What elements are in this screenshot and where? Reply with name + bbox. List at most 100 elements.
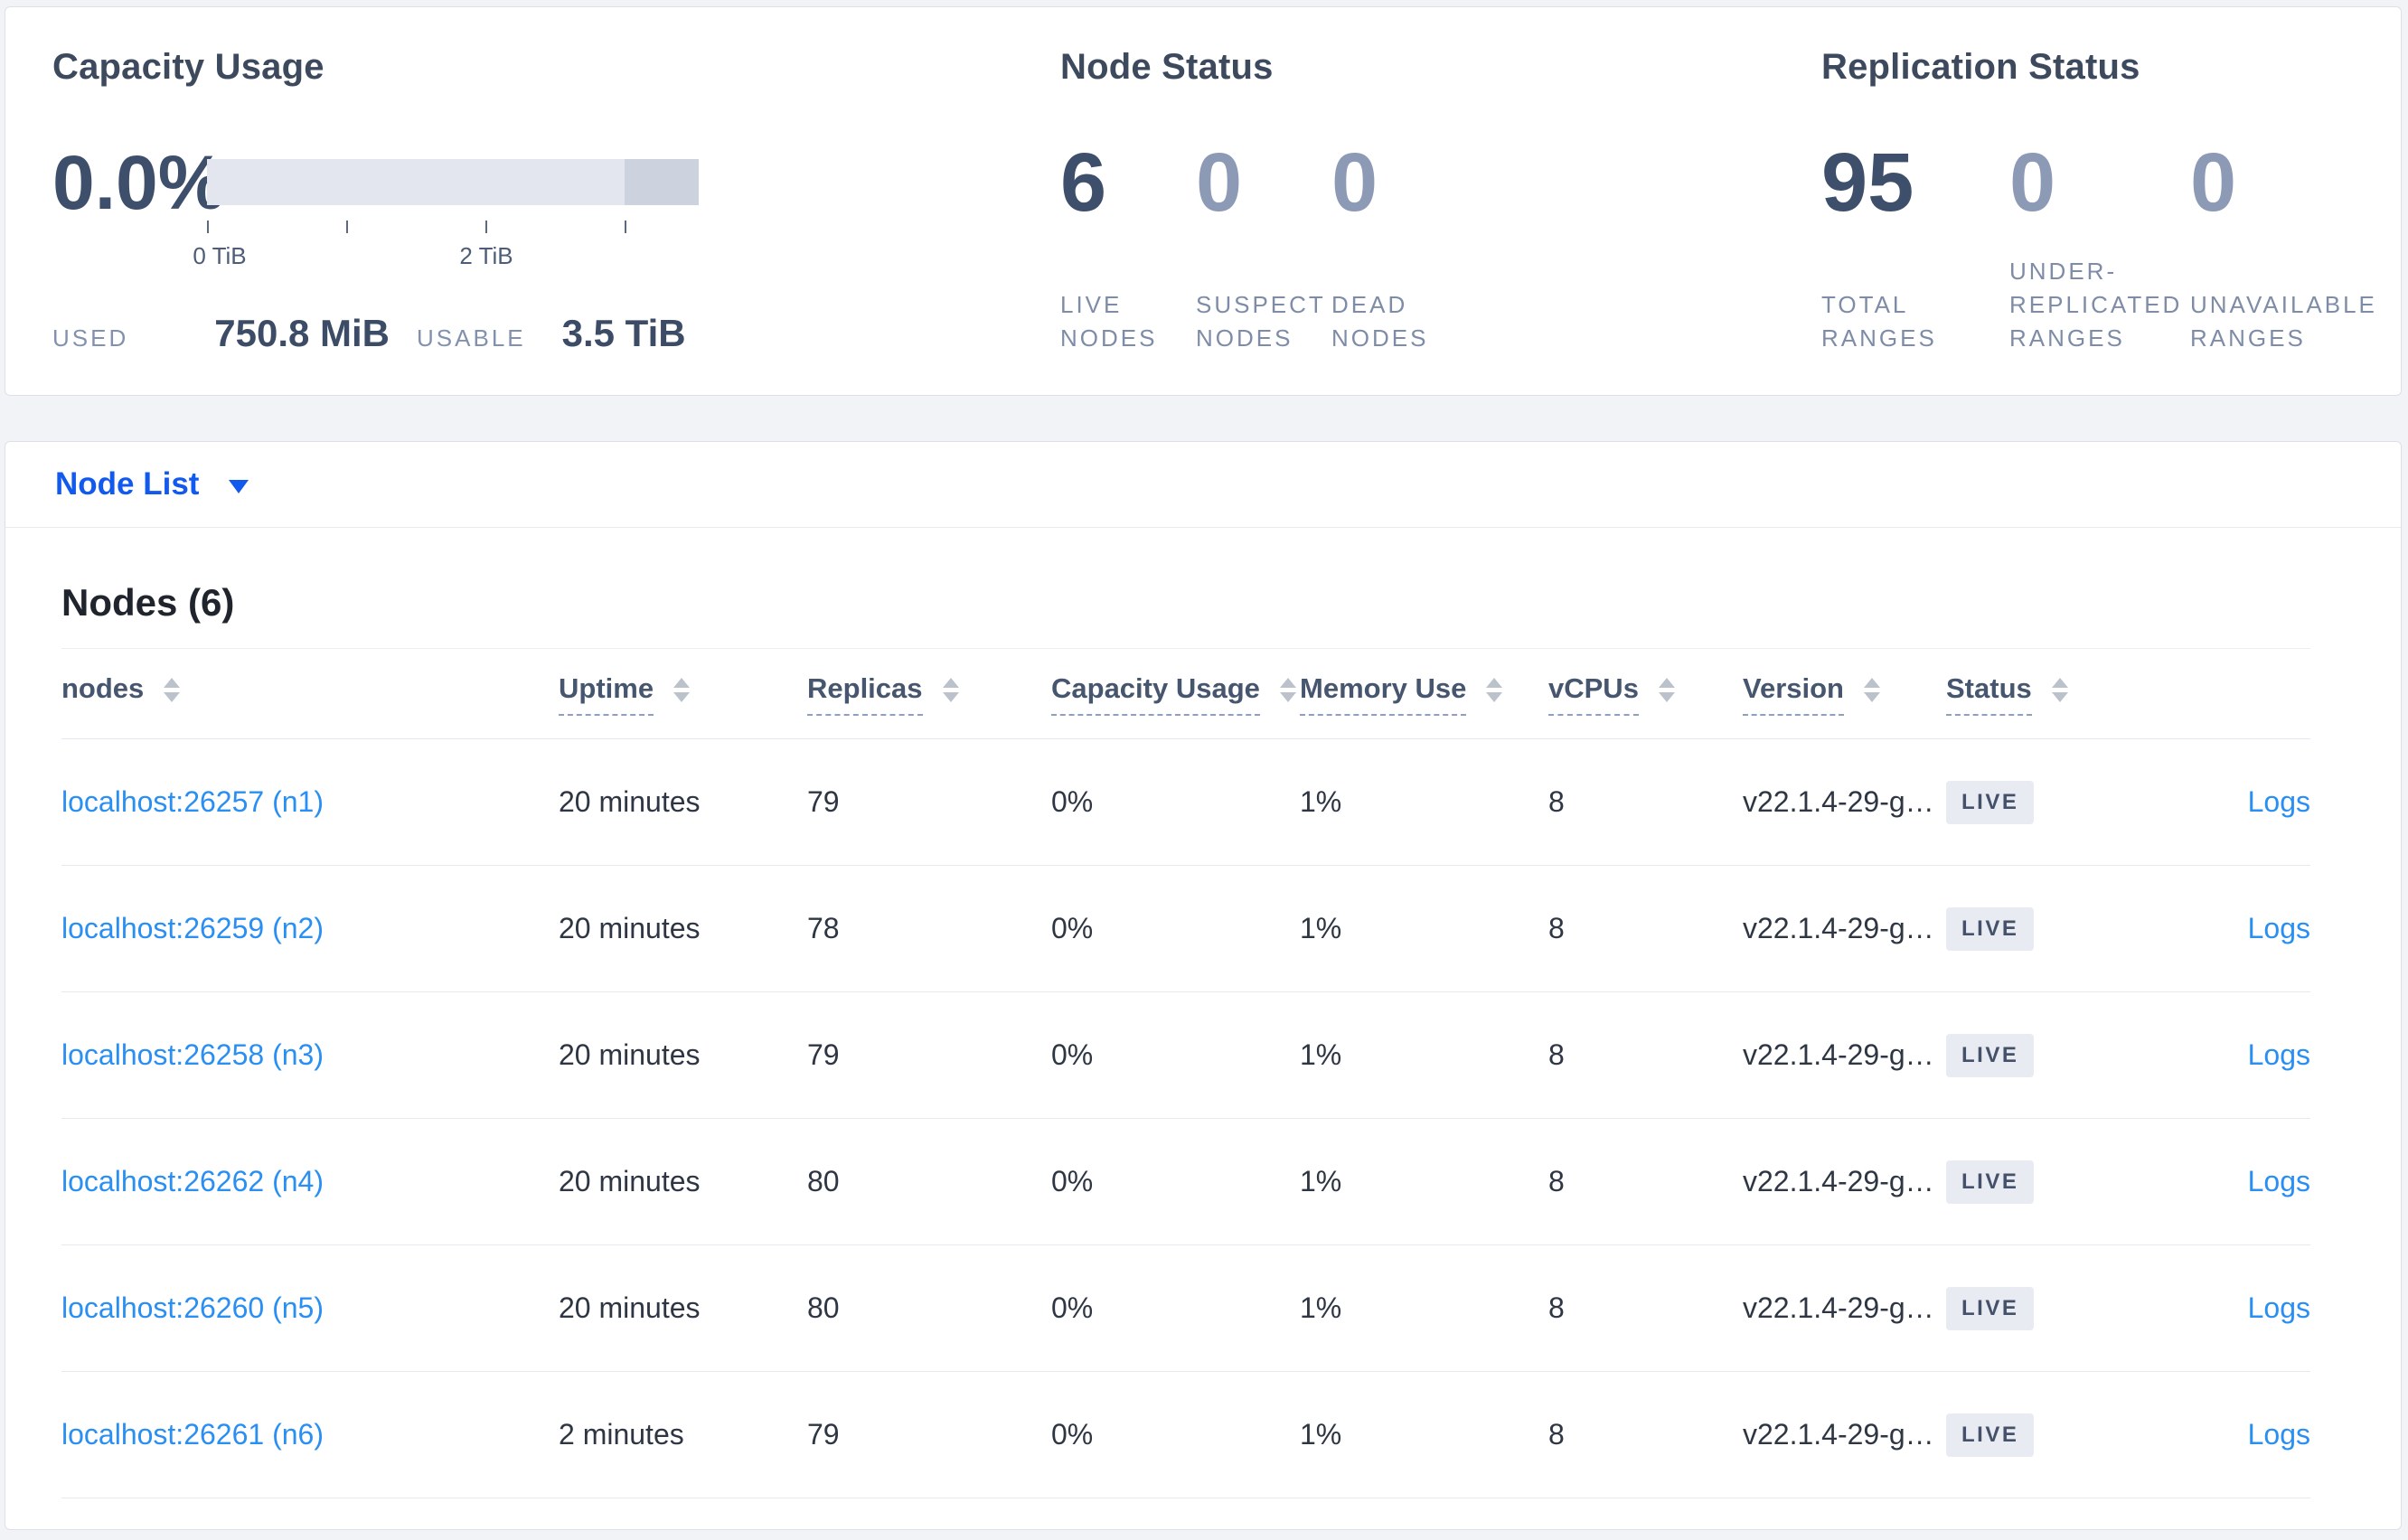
under-replicated-count: 0 (2009, 136, 2056, 229)
replicas-cell: 78 (807, 912, 840, 944)
node-link[interactable]: localhost:26258 (n3) (61, 1038, 324, 1071)
axis-tick-label: 2 TiB (459, 242, 513, 269)
column-header-memory[interactable]: Memory Use (1300, 672, 1548, 716)
capacity-bar: 0 TiB 2 TiB (193, 159, 699, 269)
table-row: localhost:26260 (n5) 20 minutes 80 0% 1%… (61, 1245, 2310, 1372)
nodes-table-header: nodes Uptime Replicas Capacity Usage Mem… (61, 648, 2310, 739)
column-header-version[interactable]: Version (1743, 672, 1946, 716)
table-row: localhost:26262 (n4) 20 minutes 80 0% 1%… (61, 1119, 2310, 1245)
sort-icon (1279, 678, 1296, 702)
replicas-cell: 79 (807, 1418, 840, 1451)
vcpus-cell: 8 (1548, 1418, 1565, 1451)
column-header-replicas[interactable]: Replicas (807, 672, 1051, 716)
memory-cell: 1% (1300, 1418, 1342, 1451)
live-nodes-label: LIVE NODES (1060, 291, 1158, 352)
memory-cell: 1% (1300, 1291, 1342, 1324)
replicas-cell: 79 (807, 785, 840, 818)
uptime-cell: 2 minutes (559, 1418, 684, 1451)
status-badge: LIVE (1946, 1413, 2035, 1457)
replication-status-title: Replication Status (1821, 47, 2140, 87)
memory-cell: 1% (1300, 1038, 1342, 1071)
status-badge: LIVE (1946, 1033, 2035, 1077)
table-row: localhost:26261 (n6) 2 minutes 79 0% 1% … (61, 1372, 2310, 1498)
axis-tick (625, 221, 626, 233)
sort-icon (2051, 678, 2068, 702)
version-cell: v22.1.4-29-g… (1743, 1291, 1934, 1324)
total-ranges-count: 95 (1821, 136, 1914, 229)
dead-nodes-count: 0 (1331, 136, 1378, 229)
sort-icon (673, 678, 691, 702)
memory-cell: 1% (1300, 1165, 1342, 1197)
logs-link[interactable]: Logs (2248, 1418, 2310, 1451)
table-row: localhost:26257 (n1) 20 minutes 79 0% 1%… (61, 739, 2310, 866)
node-list-selector-label: Node List (55, 466, 200, 502)
logs-link[interactable]: Logs (2248, 785, 2310, 818)
uptime-cell: 20 minutes (559, 912, 701, 944)
live-nodes-count: 6 (1060, 136, 1107, 229)
suspect-nodes-count: 0 (1196, 136, 1243, 229)
unavailable-ranges-label: UNAVAILABLE RANGES (2190, 291, 2377, 352)
replicas-cell: 79 (807, 1038, 840, 1071)
uptime-cell: 20 minutes (559, 785, 701, 818)
status-badge: LIVE (1946, 1160, 2035, 1204)
axis-tick (207, 221, 209, 233)
dead-nodes-label: DEAD NODES (1331, 291, 1429, 352)
used-value: 750.8 MiB (214, 312, 390, 354)
version-cell: v22.1.4-29-g… (1743, 912, 1934, 944)
vcpus-cell: 8 (1548, 785, 1565, 818)
column-header-status[interactable]: Status (1946, 672, 2172, 716)
memory-cell: 1% (1300, 785, 1342, 818)
logs-link[interactable]: Logs (2248, 1038, 2310, 1071)
uptime-cell: 20 minutes (559, 1165, 701, 1197)
uptime-cell: 20 minutes (559, 1038, 701, 1071)
sort-icon (1864, 678, 1880, 702)
cluster-summary-panel: Capacity Usage 0.0% 0 TiB 2 TiB USED 750… (5, 6, 2402, 396)
axis-tick (346, 221, 348, 233)
node-status-section: Node Status 6 0 0 LIVE NODES SUSPECT NOD… (1060, 7, 1566, 395)
nodes-table: Nodes (6) nodes Uptime Replicas Capacity… (5, 579, 2401, 1498)
logs-link[interactable]: Logs (2248, 1291, 2310, 1324)
memory-cell: 1% (1300, 912, 1342, 944)
capacity-cell: 0% (1051, 1418, 1094, 1451)
sort-icon (1658, 678, 1675, 702)
status-badge: LIVE (1946, 780, 2035, 824)
column-header-vcpus[interactable]: vCPUs (1548, 672, 1743, 716)
uptime-cell: 20 minutes (559, 1291, 701, 1324)
node-status-title: Node Status (1060, 47, 1274, 87)
column-header-capacity[interactable]: Capacity Usage (1051, 672, 1300, 716)
cluster-overview-page: { "colors": { "accent_blue": "#1259ee", … (0, 0, 2408, 1540)
node-link[interactable]: localhost:26262 (n4) (61, 1165, 324, 1197)
vcpus-cell: 8 (1548, 912, 1565, 944)
node-link[interactable]: localhost:26261 (n6) (61, 1418, 324, 1451)
logs-link[interactable]: Logs (2248, 1165, 2310, 1197)
vcpus-cell: 8 (1548, 1291, 1565, 1324)
table-row: localhost:26258 (n3) 20 minutes 79 0% 1%… (61, 992, 2310, 1119)
vcpus-cell: 8 (1548, 1165, 1565, 1197)
axis-tick (485, 221, 487, 233)
node-link[interactable]: localhost:26259 (n2) (61, 912, 324, 944)
axis-tick-label: 0 TiB (193, 242, 247, 269)
chevron-down-icon (229, 479, 249, 493)
capacity-cell: 0% (1051, 1165, 1094, 1197)
unavailable-count: 0 (2190, 136, 2237, 229)
logs-link[interactable]: Logs (2248, 912, 2310, 944)
capacity-cell: 0% (1051, 1038, 1094, 1071)
version-cell: v22.1.4-29-g… (1743, 1038, 1934, 1071)
used-label: USED (52, 324, 129, 352)
node-link[interactable]: localhost:26260 (n5) (61, 1291, 324, 1324)
total-ranges-label: TOTAL RANGES (1821, 291, 1937, 352)
node-list-panel: Node List Nodes (6) nodes Uptime Replica… (5, 441, 2402, 1530)
capacity-used-usable-row: USED 750.8 MiB USABLE 3.5 TiB (52, 312, 686, 355)
capacity-cell: 0% (1051, 1291, 1094, 1324)
column-header-uptime[interactable]: Uptime (559, 672, 807, 716)
capacity-percent: 0.0% (52, 140, 226, 225)
under-replicated-label: UNDER- REPLICATED RANGES (2009, 258, 2183, 352)
vcpus-cell: 8 (1548, 1038, 1565, 1071)
suspect-nodes-label: SUSPECT NODES (1196, 291, 1326, 352)
column-header-nodes[interactable]: nodes (61, 672, 559, 716)
node-link[interactable]: localhost:26257 (n1) (61, 785, 324, 818)
usable-value: 3.5 TiB (561, 312, 686, 354)
nodes-table-title: Nodes (6) (61, 581, 235, 624)
node-list-selector[interactable]: Node List (5, 442, 2401, 528)
status-badge: LIVE (1946, 1286, 2035, 1330)
